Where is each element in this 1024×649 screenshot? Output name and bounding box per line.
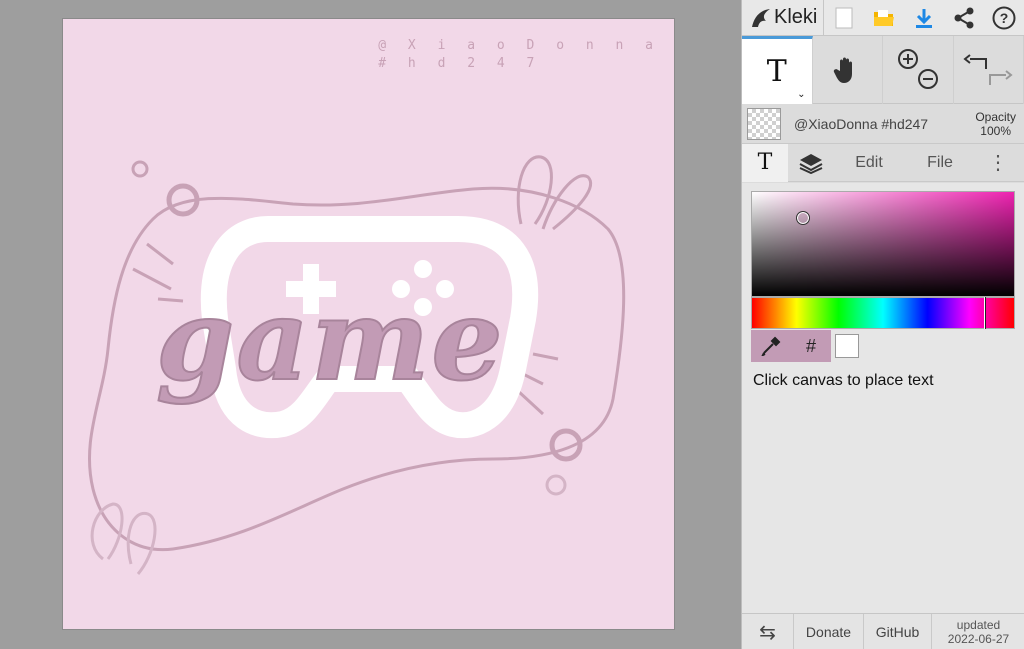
watermark-tag: # h d 2 4 7 bbox=[378, 56, 542, 71]
hue-slider[interactable] bbox=[751, 297, 1015, 329]
updated-date: 2022-06-27 bbox=[947, 632, 1010, 646]
hand-tool-icon bbox=[834, 57, 853, 83]
tab-file[interactable]: File bbox=[904, 144, 976, 182]
hue-marker[interactable] bbox=[984, 297, 986, 329]
download-icon[interactable] bbox=[904, 0, 944, 36]
opacity-label: Opacity bbox=[975, 109, 1016, 124]
hex-input-button[interactable]: # bbox=[791, 330, 831, 362]
sidebar: Kleki ? T ⌄ @XiaoDonna #hd247 Opacity 10… bbox=[741, 0, 1024, 649]
kleki-logo-icon bbox=[752, 8, 770, 27]
eyedropper-button[interactable] bbox=[751, 330, 791, 362]
text-tool-button[interactable]: T ⌄ bbox=[742, 36, 813, 104]
layer-name: @XiaoDonna #hd247 bbox=[794, 115, 929, 132]
svg-text:?: ? bbox=[1000, 10, 1009, 26]
logo-text: Kleki bbox=[774, 6, 818, 28]
zoom-buttons bbox=[883, 36, 954, 104]
watermark: @ X i a o D o n n a # h d 2 4 7 bbox=[378, 37, 660, 73]
watermark-handle: @ X i a o D o n n a bbox=[378, 38, 660, 53]
saturation-value-picker[interactable] bbox=[751, 191, 1015, 297]
top-toolbar: Kleki ? bbox=[742, 0, 1024, 36]
selected-color-swatch[interactable] bbox=[835, 334, 859, 358]
open-folder-icon[interactable] bbox=[864, 0, 904, 36]
text-tool-icon: T bbox=[766, 54, 787, 89]
donate-link[interactable]: Donate bbox=[794, 614, 864, 649]
more-menu-icon[interactable]: ⋮ bbox=[976, 144, 1020, 182]
artwork: game bbox=[87, 155, 626, 575]
panel-tabs: T Edit File ⋮ bbox=[742, 143, 1024, 182]
kleki-logo[interactable]: Kleki bbox=[742, 0, 825, 36]
undo-redo-buttons bbox=[954, 36, 1024, 104]
layer-row[interactable]: @XiaoDonna #hd247 Opacity 100% bbox=[742, 104, 1024, 144]
github-link[interactable]: GitHub bbox=[864, 614, 932, 649]
tab-edit[interactable]: Edit bbox=[834, 144, 904, 182]
drawing-canvas[interactable]: game @ X i a o D o n n a # h d 2 4 7 bbox=[62, 18, 675, 630]
hand-tool-button[interactable] bbox=[813, 36, 883, 104]
text-tool-panel: # Click canvas to place text bbox=[742, 183, 1024, 613]
share-icon[interactable] bbox=[944, 0, 984, 36]
art-word: game bbox=[156, 275, 505, 406]
bottom-bar: ⇆ Donate GitHub updated 2022-06-27 bbox=[742, 613, 1024, 649]
tab-text[interactable]: T bbox=[742, 143, 788, 182]
chevron-down-icon[interactable]: ⌄ bbox=[797, 89, 805, 100]
swap-ui-side-icon[interactable]: ⇆ bbox=[742, 614, 794, 649]
color-cursor[interactable] bbox=[796, 211, 810, 225]
undo-icon[interactable] bbox=[958, 45, 1018, 95]
tab-layers[interactable] bbox=[788, 144, 834, 182]
canvas-viewport[interactable]: game @ X i a o D o n n a # h d 2 4 7 bbox=[0, 0, 741, 649]
updated-info[interactable]: updated 2022-06-27 bbox=[932, 614, 1024, 649]
new-image-icon[interactable] bbox=[824, 0, 864, 36]
layer-thumbnail[interactable] bbox=[747, 107, 781, 140]
help-icon[interactable]: ? bbox=[984, 0, 1024, 36]
layers-icon bbox=[799, 153, 823, 174]
eyedropper-icon bbox=[761, 336, 781, 356]
picker-row: # bbox=[751, 330, 859, 362]
hint-text: Click canvas to place text bbox=[753, 372, 934, 389]
opacity-value: 100% bbox=[980, 123, 1011, 138]
tool-row: T ⌄ bbox=[742, 36, 1024, 104]
layer-opacity[interactable]: Opacity 100% bbox=[975, 110, 1016, 138]
zoom-in-icon[interactable] bbox=[888, 45, 948, 95]
updated-label: updated bbox=[956, 618, 1001, 632]
